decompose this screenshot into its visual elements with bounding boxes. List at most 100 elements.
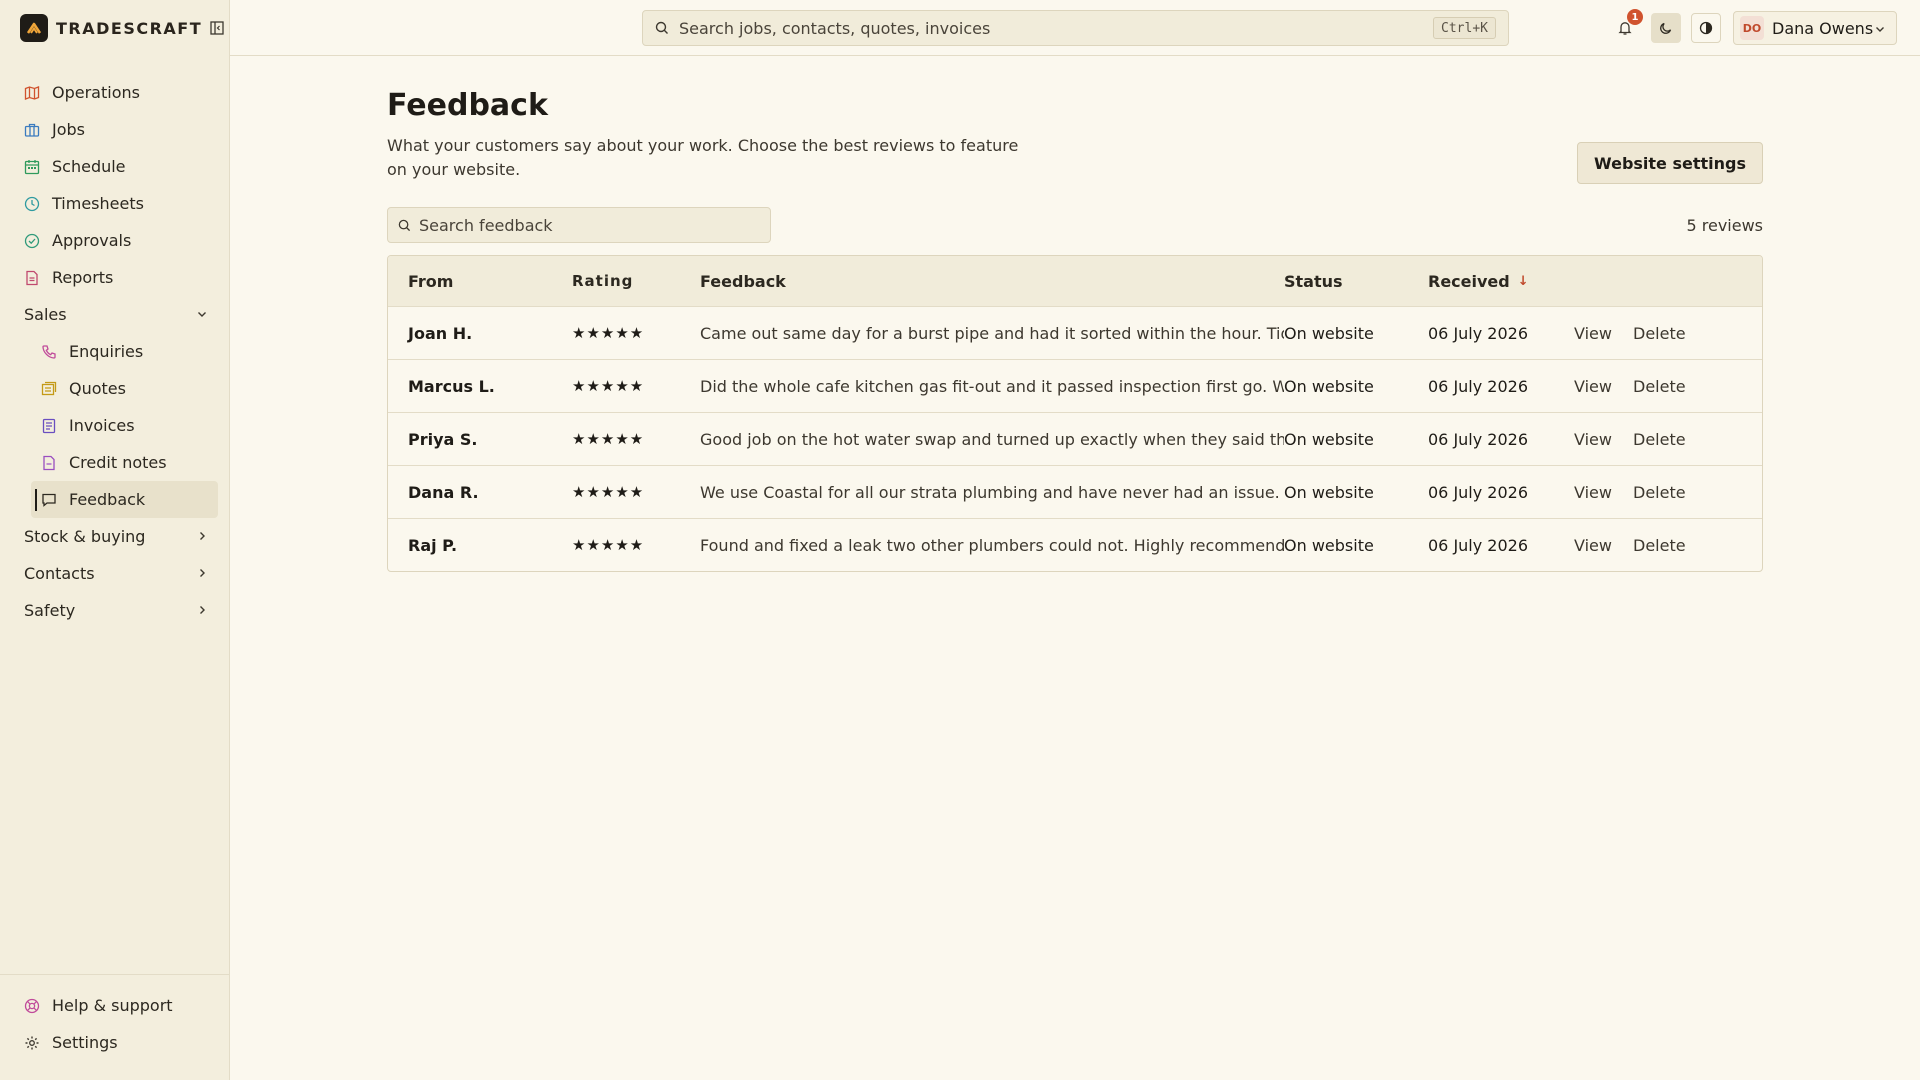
sidebar-item-label: Settings xyxy=(52,1033,118,1052)
brand-name: TRADESCRAFT xyxy=(56,18,203,38)
cell-from: Marcus L. xyxy=(408,376,495,396)
delete-button[interactable]: Delete xyxy=(1633,324,1703,343)
header-received-label: Received xyxy=(1428,271,1510,291)
sort-desc-icon: ↓ xyxy=(1517,273,1529,289)
invoice-icon xyxy=(41,418,57,434)
sidebar-item-feedback[interactable]: Feedback xyxy=(31,481,218,518)
delete-button[interactable]: Delete xyxy=(1633,483,1703,502)
chevron-right-icon xyxy=(196,564,208,583)
sidebar-item-label: Help & support xyxy=(52,996,173,1015)
cell-from: Priya S. xyxy=(408,429,478,449)
table-row[interactable]: Dana R. ★★★★★ We use Coastal for all our… xyxy=(388,465,1762,518)
sidebar-item-reports[interactable]: Reports xyxy=(14,259,218,296)
table-header: From Rating Feedback Status Received ↓ xyxy=(388,256,1762,306)
dark-mode-toggle[interactable] xyxy=(1651,13,1681,43)
sidebar-item-jobs[interactable]: Jobs xyxy=(14,111,218,148)
cell-from: Dana R. xyxy=(408,482,479,502)
brand[interactable]: TRADESCRAFT xyxy=(20,14,226,42)
cell-status: On website xyxy=(1284,482,1374,502)
header-feedback[interactable]: Feedback xyxy=(700,272,1284,291)
sidebar-item-enquiries[interactable]: Enquiries xyxy=(31,333,218,370)
sidebar-item-settings[interactable]: Settings xyxy=(14,1024,215,1061)
sidebar-item-help-support[interactable]: Help & support xyxy=(14,987,215,1024)
delete-button[interactable]: Delete xyxy=(1633,430,1703,449)
header-status[interactable]: Status xyxy=(1284,272,1428,291)
view-button[interactable]: View xyxy=(1574,324,1633,343)
global-search-input[interactable]: Search jobs, contacts, quotes, invoices … xyxy=(642,10,1509,46)
star-rating: ★★★★★ xyxy=(572,430,645,448)
sidebar-item-timesheets[interactable]: Timesheets xyxy=(14,185,218,222)
cell-received: 06 July 2026 xyxy=(1428,429,1529,449)
table-row[interactable]: Raj P. ★★★★★ Found and fixed a leak two … xyxy=(388,518,1762,571)
moon-icon xyxy=(1659,21,1673,35)
collapse-sidebar-icon[interactable] xyxy=(208,19,226,37)
feedback-table: From Rating Feedback Status Received ↓ J… xyxy=(387,255,1763,572)
phone-icon xyxy=(41,344,57,360)
sidebar-item-label: Operations xyxy=(52,83,140,102)
cell-feedback: We use Coastal for all our strata plumbi… xyxy=(700,482,1280,502)
user-menu[interactable]: DO Dana Owens xyxy=(1733,11,1897,45)
cell-status: On website xyxy=(1284,376,1374,396)
sidebar-section-safety[interactable]: Safety xyxy=(14,592,218,629)
delete-button[interactable]: Delete xyxy=(1633,536,1703,555)
table-row[interactable]: Joan H. ★★★★★ Came out same day for a bu… xyxy=(388,306,1762,359)
chevron-right-icon xyxy=(196,601,208,620)
check-circle-icon xyxy=(24,233,40,249)
sidebar-item-invoices[interactable]: Invoices xyxy=(31,407,218,444)
cell-from: Raj P. xyxy=(408,535,458,555)
notifications-button[interactable]: 1 xyxy=(1610,9,1643,43)
view-button[interactable]: View xyxy=(1574,377,1633,396)
user-name: Dana Owens xyxy=(1772,18,1874,38)
review-count: 5 reviews xyxy=(1686,216,1763,235)
gear-icon xyxy=(24,1035,40,1051)
delete-button[interactable]: Delete xyxy=(1633,377,1703,396)
calendar-icon xyxy=(24,159,40,175)
sidebar-item-operations[interactable]: Operations xyxy=(14,74,218,111)
sidebar-nav: Operations Jobs Schedule Timesheets Appr… xyxy=(14,74,218,629)
topbar: Search jobs, contacts, quotes, invoices … xyxy=(230,0,1920,56)
map-icon xyxy=(24,85,40,101)
avatar: DO xyxy=(1740,16,1764,40)
contrast-toggle[interactable] xyxy=(1691,13,1721,43)
feedback-search-input[interactable]: Search feedback xyxy=(387,207,771,243)
star-rating: ★★★★★ xyxy=(572,483,645,501)
sidebar-item-quotes[interactable]: Quotes xyxy=(31,370,218,407)
sidebar-section-label: Safety xyxy=(24,601,76,620)
sidebar-item-label: Feedback xyxy=(69,490,146,509)
star-rating: ★★★★★ xyxy=(572,536,645,554)
report-icon xyxy=(24,270,40,286)
page-description: What your customers say about your work.… xyxy=(387,136,1019,179)
global-search-placeholder: Search jobs, contacts, quotes, invoices xyxy=(679,18,991,38)
help-icon xyxy=(24,998,40,1014)
sidebar-item-approvals[interactable]: Approvals xyxy=(14,222,218,259)
header-rating[interactable]: Rating xyxy=(572,272,700,290)
view-button[interactable]: View xyxy=(1574,430,1633,449)
sidebar-item-label: Invoices xyxy=(69,416,135,435)
page-title: Feedback xyxy=(387,88,548,123)
sidebar-section-stock-buying[interactable]: Stock & buying xyxy=(14,518,218,555)
sidebar-section-contacts[interactable]: Contacts xyxy=(14,555,218,592)
table-row[interactable]: Marcus L. ★★★★★ Did the whole cafe kitch… xyxy=(388,359,1762,412)
notification-badge: 1 xyxy=(1627,9,1643,25)
sidebar-item-label: Schedule xyxy=(52,157,126,176)
sidebar: TRADESCRAFT Operations Jobs Schedule Tim… xyxy=(0,0,230,1080)
brand-logo-icon xyxy=(20,14,48,42)
feedback-search-placeholder: Search feedback xyxy=(419,215,553,235)
sidebar-item-schedule[interactable]: Schedule xyxy=(14,148,218,185)
table-row[interactable]: Priya S. ★★★★★ Good job on the hot water… xyxy=(388,412,1762,465)
sidebar-item-label: Credit notes xyxy=(69,453,167,472)
search-icon xyxy=(398,219,411,232)
sidebar-item-credit-notes[interactable]: Credit notes xyxy=(31,444,218,481)
sidebar-section-sales[interactable]: Sales xyxy=(14,296,218,333)
quote-icon xyxy=(41,381,57,397)
search-icon xyxy=(655,21,669,35)
view-button[interactable]: View xyxy=(1574,536,1633,555)
cell-feedback: Good job on the hot water swap and turne… xyxy=(700,429,1284,449)
website-settings-button[interactable]: Website settings xyxy=(1577,142,1763,184)
sidebar-section-label: Sales xyxy=(24,305,67,324)
sidebar-item-label: Jobs xyxy=(52,120,85,139)
view-button[interactable]: View xyxy=(1574,483,1633,502)
header-from[interactable]: From xyxy=(388,272,572,291)
header-received[interactable]: Received ↓ xyxy=(1428,272,1574,291)
search-shortcut: Ctrl+K xyxy=(1433,17,1496,39)
